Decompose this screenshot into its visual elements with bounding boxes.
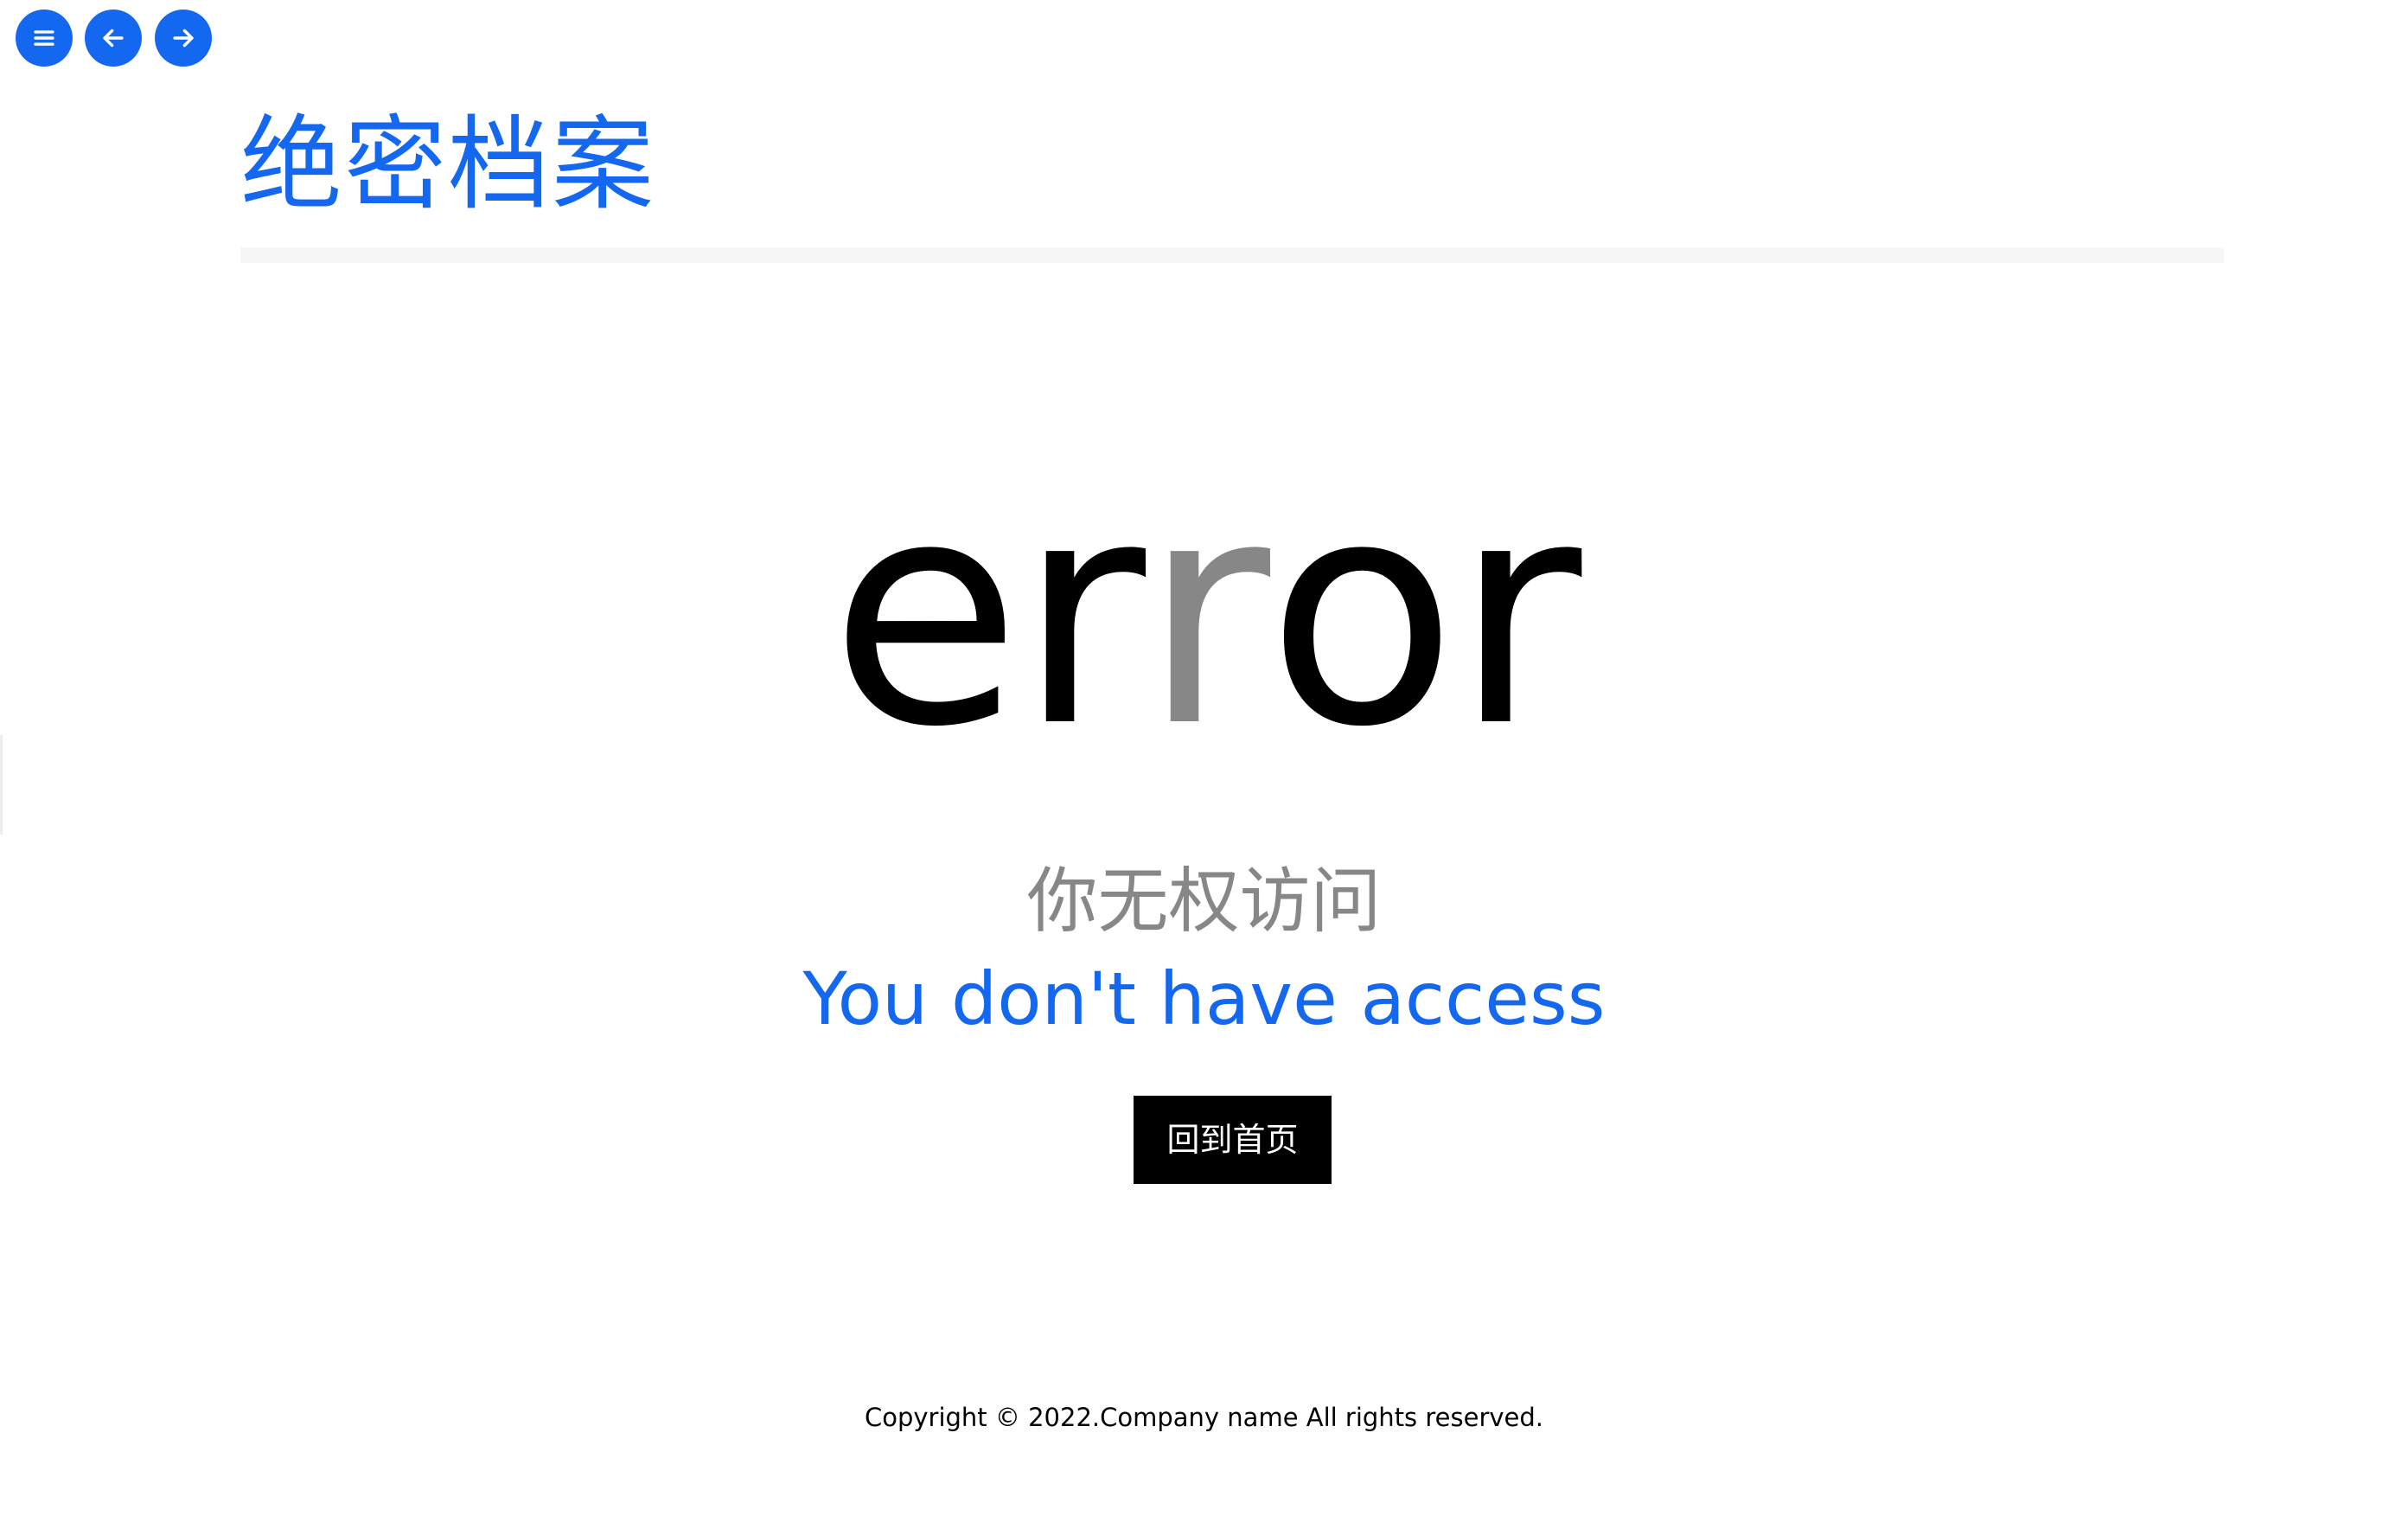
back-to-home-button[interactable]: 回到首页 — [1134, 1096, 1332, 1184]
header-divider — [240, 247, 2224, 263]
error-letter: o — [1267, 432, 1457, 795]
forward-button[interactable] — [155, 10, 212, 67]
error-letter: e — [829, 432, 1021, 795]
error-letter-highlight: r — [1142, 432, 1270, 795]
arrow-left-icon — [103, 29, 124, 48]
menu-button[interactable] — [16, 10, 73, 67]
error-message-en: You don't have access — [802, 956, 1606, 1041]
page-title: 绝密档案 — [240, 105, 656, 224]
copyright-text: Copyright © 2022.Company name All rights… — [864, 1403, 1544, 1432]
error-letter: r — [1453, 432, 1581, 795]
error-message-zh: 你无权访问 — [1026, 860, 1382, 943]
back-button[interactable] — [85, 10, 142, 67]
error-heading: error — [0, 415, 2408, 813]
menu-icon — [34, 30, 54, 46]
arrow-right-icon — [173, 29, 194, 48]
error-letter: r — [1018, 432, 1146, 795]
